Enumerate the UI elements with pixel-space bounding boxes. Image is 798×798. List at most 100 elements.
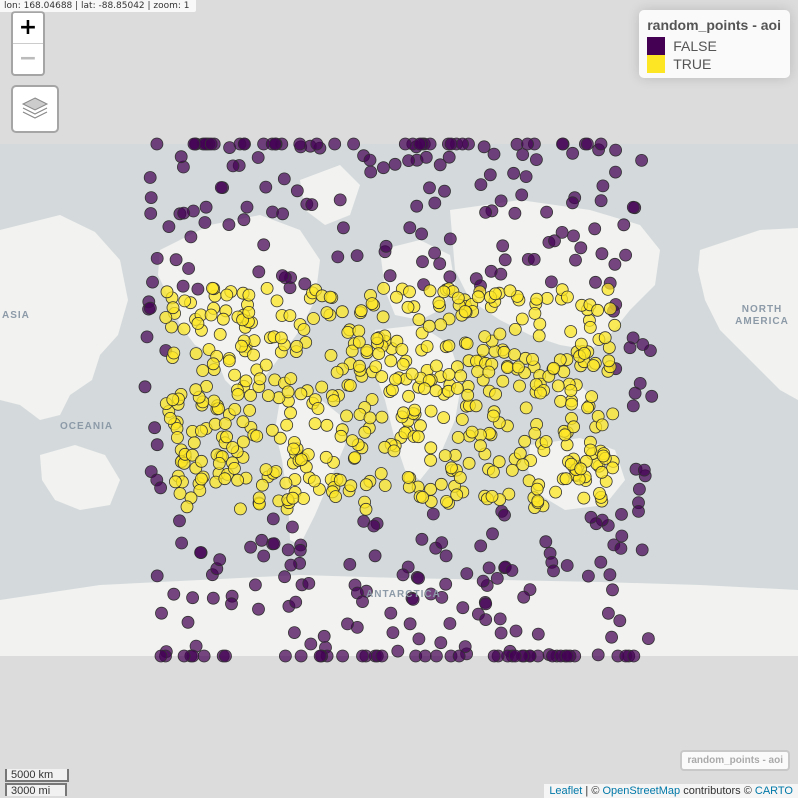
point-true[interactable] [516, 458, 530, 472]
point-false[interactable] [602, 606, 615, 620]
point-true[interactable] [513, 446, 527, 460]
point-true[interactable] [348, 451, 362, 465]
point-true[interactable] [290, 339, 304, 353]
point-true[interactable] [259, 358, 273, 372]
point-false[interactable] [596, 179, 610, 193]
point-false[interactable] [615, 529, 629, 543]
point-false[interactable] [540, 205, 553, 219]
point-false[interactable] [173, 514, 186, 528]
point-false[interactable] [444, 137, 458, 151]
point-false[interactable] [259, 180, 273, 194]
point-true[interactable] [465, 425, 479, 439]
point-true[interactable] [458, 305, 472, 318]
point-false[interactable] [278, 570, 292, 584]
point-false[interactable] [175, 536, 189, 550]
point-true[interactable] [365, 297, 379, 311]
point-false[interactable] [412, 571, 425, 585]
point-false[interactable] [560, 559, 574, 572]
point-true[interactable] [455, 413, 469, 426]
point-false[interactable] [375, 649, 389, 663]
point-true[interactable] [429, 384, 443, 398]
point-false[interactable] [182, 262, 196, 275]
point-true[interactable] [363, 411, 377, 425]
point-false[interactable] [328, 137, 342, 151]
point-true[interactable] [228, 402, 242, 416]
point-false[interactable] [267, 537, 281, 551]
point-true[interactable] [194, 454, 208, 468]
point-true[interactable] [497, 345, 511, 359]
point-false[interactable] [490, 572, 504, 585]
point-false[interactable] [636, 338, 650, 351]
point-true[interactable] [345, 434, 359, 448]
point-false[interactable] [632, 504, 645, 518]
point-true[interactable] [206, 357, 220, 371]
point-true[interactable] [206, 281, 219, 295]
point-false[interactable] [633, 482, 646, 496]
point-true[interactable] [462, 456, 476, 470]
point-true[interactable] [602, 354, 616, 368]
point-true[interactable] [207, 394, 221, 408]
point-false[interactable] [150, 438, 164, 452]
point-true[interactable] [231, 388, 245, 401]
point-true[interactable] [471, 290, 485, 304]
point-false[interactable] [566, 196, 579, 210]
point-false[interactable] [363, 153, 377, 167]
point-true[interactable] [191, 316, 205, 330]
point-true[interactable] [220, 430, 234, 444]
point-true[interactable] [442, 339, 456, 353]
point-true[interactable] [423, 284, 437, 298]
point-true[interactable] [320, 418, 334, 432]
point-true[interactable] [159, 311, 173, 324]
point-true[interactable] [335, 305, 349, 319]
point-false[interactable] [410, 199, 424, 213]
point-true[interactable] [534, 386, 547, 400]
point-true[interactable] [260, 281, 274, 295]
point-true[interactable] [220, 288, 234, 302]
map-canvas[interactable]: ASIA NORTH AMERICA OCEANIA ANTARCTICA [0, 0, 798, 798]
point-false[interactable] [594, 194, 608, 208]
point-true[interactable] [167, 346, 181, 360]
point-true[interactable] [451, 430, 465, 444]
point-true[interactable] [236, 415, 250, 429]
zoom-out-button[interactable]: − [13, 44, 43, 74]
point-true[interactable] [564, 325, 578, 338]
point-false[interactable] [150, 251, 164, 265]
point-true[interactable] [228, 368, 242, 382]
point-true[interactable] [513, 379, 526, 393]
point-false[interactable] [486, 527, 499, 541]
point-false[interactable] [474, 178, 488, 192]
point-false[interactable] [419, 150, 433, 164]
point-true[interactable] [551, 379, 565, 393]
point-true[interactable] [578, 346, 591, 360]
point-true[interactable] [235, 339, 248, 353]
point-true[interactable] [324, 348, 338, 362]
point-false[interactable] [452, 649, 466, 663]
point-false[interactable] [198, 216, 212, 229]
point-false[interactable] [191, 282, 205, 296]
point-true[interactable] [334, 429, 348, 443]
point-true[interactable] [432, 296, 446, 310]
point-false[interactable] [474, 539, 488, 553]
point-true[interactable] [287, 442, 300, 456]
point-false[interactable] [456, 601, 470, 615]
point-true[interactable] [476, 343, 490, 357]
point-false[interactable] [603, 568, 617, 582]
point-true[interactable] [359, 478, 373, 492]
point-false[interactable] [642, 632, 655, 645]
point-true[interactable] [374, 467, 388, 480]
point-true[interactable] [417, 382, 431, 396]
point-true[interactable] [194, 424, 208, 438]
point-false[interactable] [613, 614, 627, 628]
point-true[interactable] [378, 479, 392, 492]
point-false[interactable] [206, 591, 220, 605]
point-true[interactable] [286, 491, 300, 505]
point-true[interactable] [196, 364, 210, 377]
point-true[interactable] [411, 430, 425, 444]
point-true[interactable] [486, 409, 500, 423]
point-true[interactable] [454, 369, 468, 383]
point-true[interactable] [233, 502, 247, 516]
point-true[interactable] [284, 372, 298, 386]
point-false[interactable] [426, 507, 440, 521]
point-false[interactable] [174, 150, 188, 164]
point-true[interactable] [255, 478, 269, 492]
